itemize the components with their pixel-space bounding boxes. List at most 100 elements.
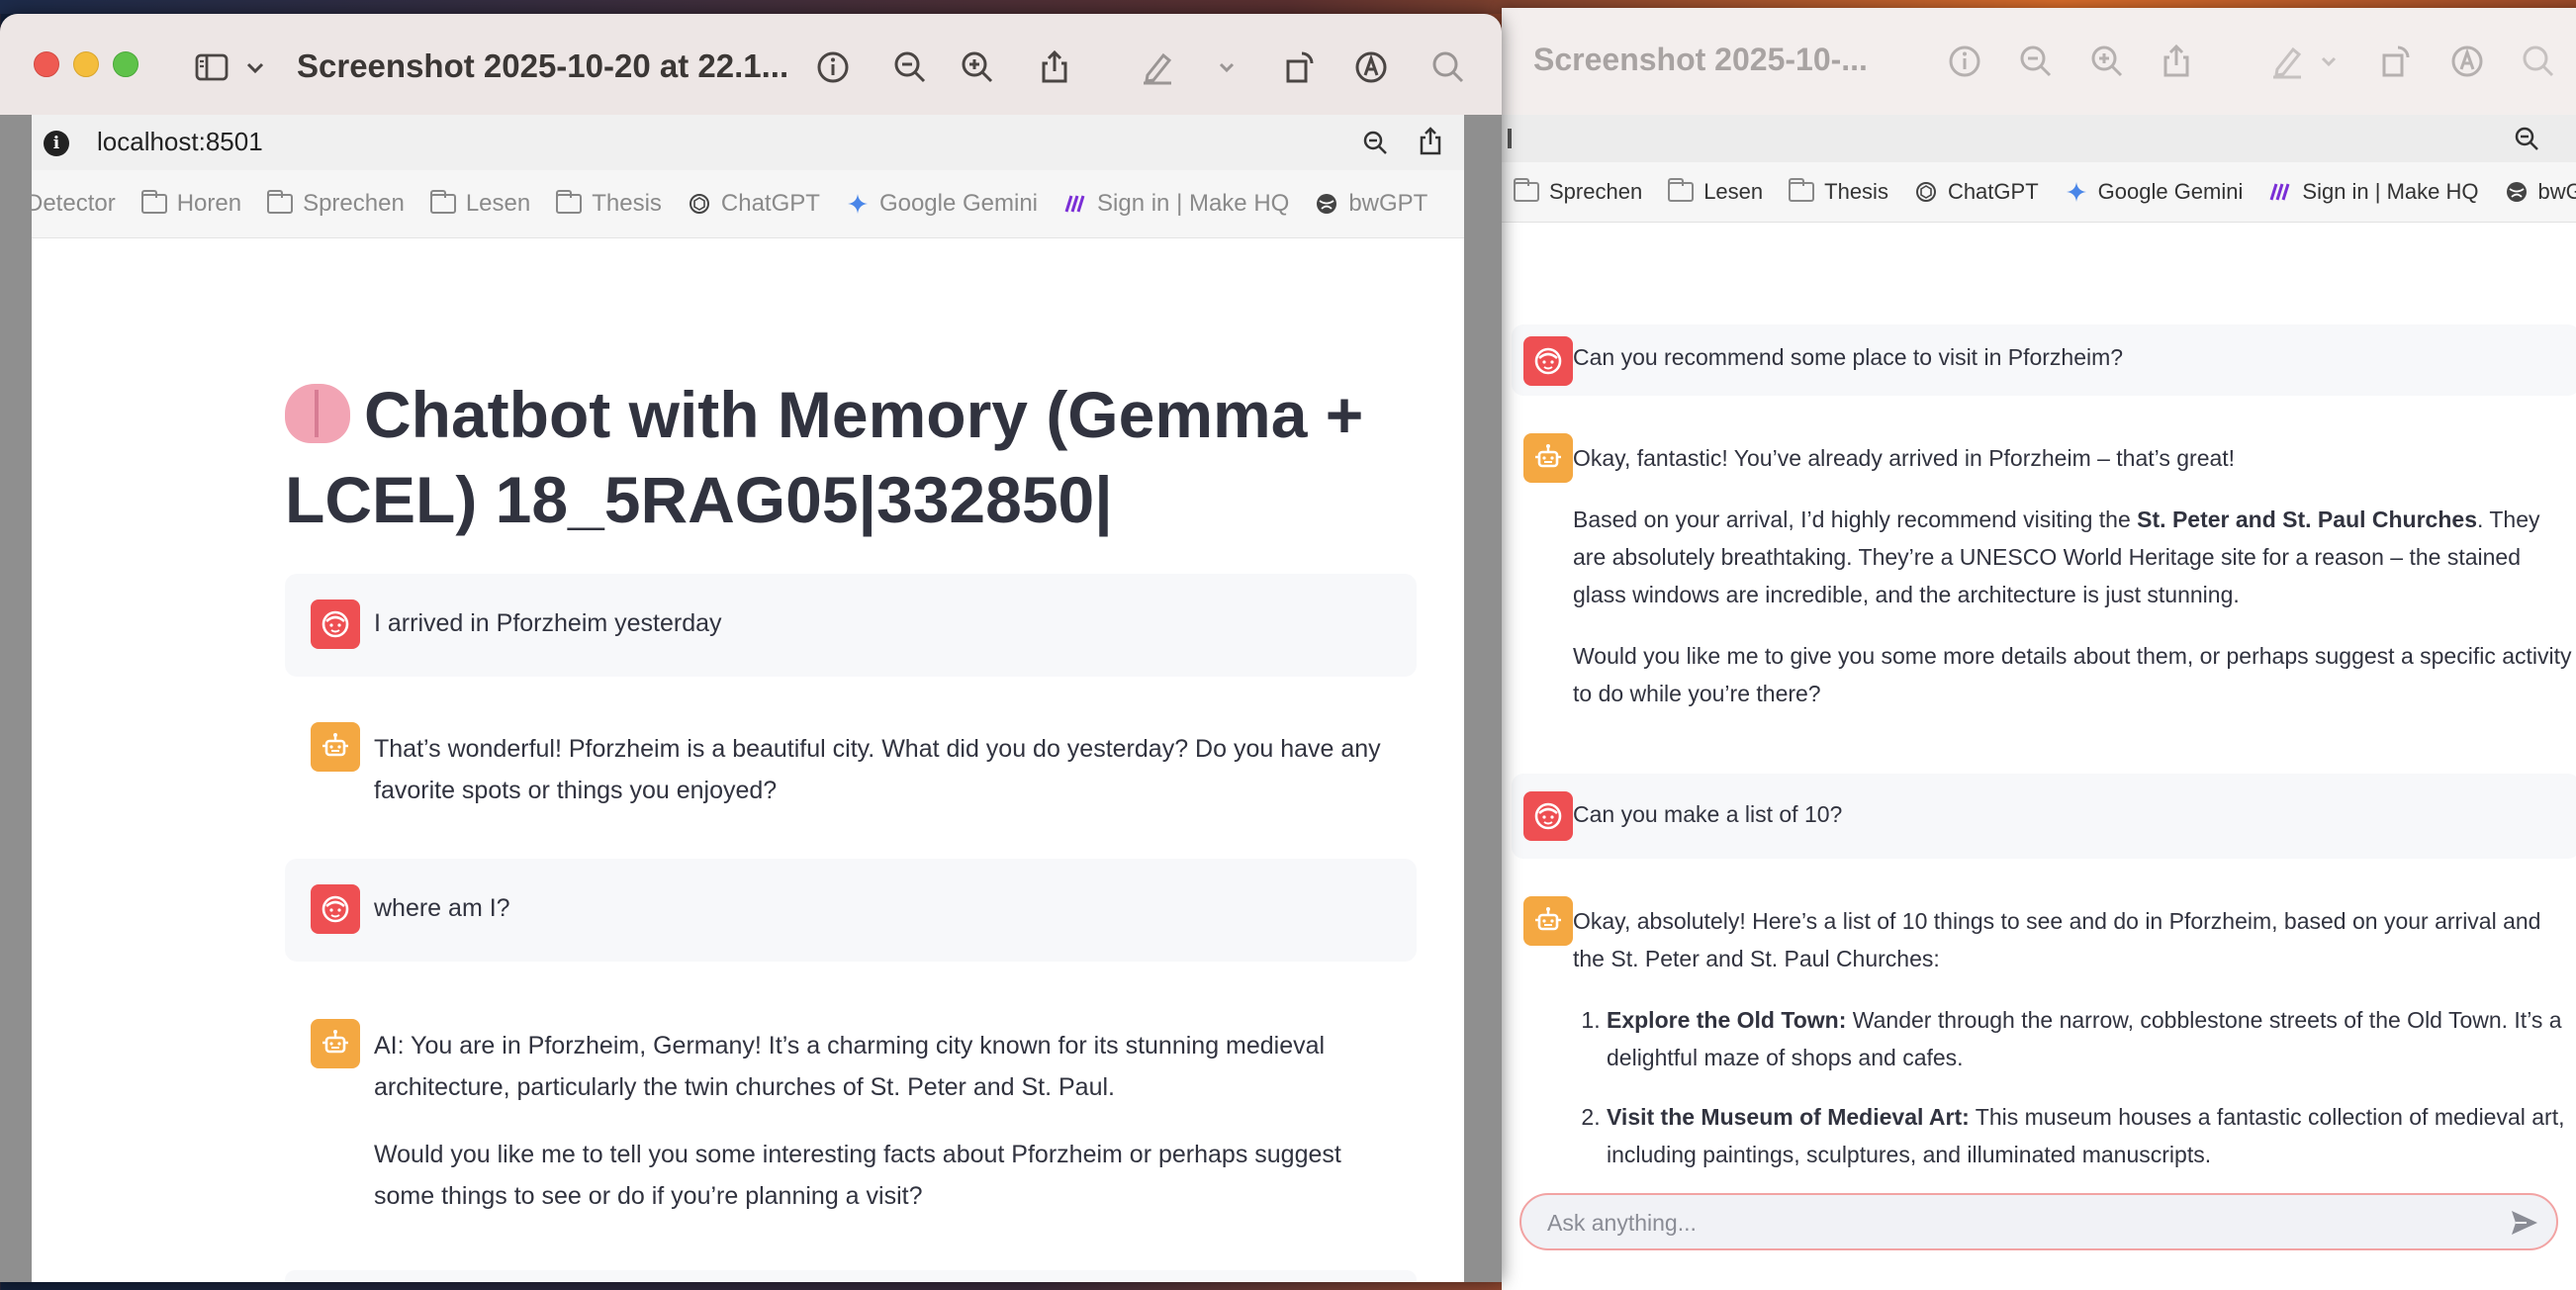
- titlebar: Screenshot 2025-10-...: [1502, 8, 2576, 116]
- close-button[interactable]: [34, 51, 59, 77]
- bookmark-item-lesen[interactable]: Lesen: [429, 190, 530, 218]
- bookmark-item-sprechen[interactable]: Sprechen: [1514, 178, 1642, 205]
- bookmark-label: Google Gemini: [2097, 179, 2244, 204]
- assistant-message: That’s wonderful! Pforzheim is a beautif…: [285, 708, 1417, 847]
- folder-icon: [556, 190, 583, 214]
- folder-icon: [1514, 178, 1539, 202]
- markup-pen-icon[interactable]: [2267, 42, 2307, 81]
- bookmark-label: Detector: [32, 190, 116, 217]
- zoom-out-icon[interactable]: [1361, 129, 1389, 156]
- assistant-message: Okay, fantastic! You’ve already arrived …: [1512, 429, 2576, 825]
- preview-window-right: Screenshot 2025-10-... Sprechen Lesen Thes…: [1502, 8, 2576, 1290]
- user-message: Can you make a list of 10?: [1512, 774, 2576, 859]
- zoom-button[interactable]: [113, 51, 138, 77]
- chatgpt-icon: [688, 192, 711, 216]
- message-text: Can you make a list of 10?: [1573, 801, 1843, 827]
- google-gemini-icon: [846, 192, 870, 216]
- search-icon[interactable]: [2519, 42, 2558, 81]
- google-gemini-icon: [2065, 180, 2088, 204]
- sign-in-make-hq-icon: [1063, 192, 1087, 216]
- bot-avatar-icon: [1523, 896, 1573, 946]
- paragraph: Would you like me to give you some more …: [1573, 643, 2572, 706]
- assistant-message: AI: You are in Pforzheim, Germany! It’s …: [285, 995, 1417, 1282]
- chat-input-container: [1519, 1193, 2558, 1250]
- message-text: That’s wonderful! Pforzheim is a beautif…: [374, 735, 1381, 804]
- window-title: Screenshot 2025-10-...: [1533, 42, 1868, 77]
- bookmark-item-google-gemini[interactable]: Google Gemini: [2065, 179, 2244, 205]
- bookmark-item-google-gemini[interactable]: Google Gemini: [846, 190, 1038, 218]
- zoom-out-icon[interactable]: [2513, 125, 2540, 152]
- zoom-in-icon[interactable]: [2087, 42, 2127, 81]
- numbered-list: Explore the Old Town: Wander through the…: [1573, 1001, 2572, 1173]
- page-title: Chatbot with Memory (Gemma + LCEL) 18_5R…: [285, 372, 1423, 542]
- bookmark-item-horen[interactable]: Horen: [140, 190, 242, 218]
- markup-pen-icon[interactable]: [1138, 47, 1177, 87]
- info-icon[interactable]: [813, 47, 853, 87]
- share-icon[interactable]: [2157, 42, 2196, 81]
- minimize-button[interactable]: [73, 51, 99, 77]
- annotate-icon[interactable]: [1351, 47, 1391, 87]
- chevron-down-icon[interactable]: [235, 47, 275, 87]
- paragraph: Based on your arrival, I’d highly recomm…: [1573, 501, 2572, 613]
- bookmark-item-bwgpt[interactable]: bwGPT: [1315, 190, 1427, 218]
- paragraph: Okay, absolutely! Here’s a list of 10 th…: [1573, 908, 2541, 971]
- window-title: Screenshot 2025-10-20 at 22.1...: [297, 47, 789, 84]
- brain-icon: [285, 384, 350, 443]
- info-icon[interactable]: [1945, 42, 1984, 81]
- bookmarks-bar: Detector Horen Sprechen Lesen Thesis ChatGPT G…: [32, 170, 1464, 238]
- annotate-icon[interactable]: [2447, 42, 2487, 81]
- bookmark-item-sign-in-make-hq[interactable]: Sign in | Make HQ: [2268, 179, 2479, 205]
- share-icon[interactable]: [1417, 127, 1444, 156]
- chevron-down-icon[interactable]: [2309, 42, 2348, 81]
- user-avatar-icon: [1523, 336, 1573, 386]
- send-icon[interactable]: [2509, 1207, 2540, 1239]
- bookmark-label: Sprechen: [303, 190, 405, 217]
- screenshot-content: Sprechen Lesen Thesis ChatGPT Google Gemini S…: [1502, 115, 2576, 1290]
- list-item: Explore the Old Town: Wander through the…: [1607, 1001, 2572, 1076]
- folder-icon: [1668, 178, 1695, 202]
- paragraph: Would you like me to tell you some inter…: [374, 1141, 1341, 1210]
- bookmark-label: Lesen: [1703, 179, 1764, 204]
- zoom-out-icon[interactable]: [890, 47, 930, 87]
- bookmark-item-sign-in-make-hq[interactable]: Sign in | Make HQ: [1063, 190, 1289, 218]
- bookmark-label: ChatGPT: [1947, 179, 2039, 204]
- list-item-title: Explore the Old Town:: [1607, 1007, 1847, 1033]
- bookmark-label: bwGPT: [1348, 190, 1428, 217]
- bwgpt-icon: [2505, 180, 2529, 204]
- url-text[interactable]: localhost:8501: [97, 127, 263, 157]
- zoom-in-icon[interactable]: [958, 47, 997, 87]
- titlebar: Screenshot 2025-10-20 at 22.1...: [0, 14, 1502, 115]
- bookmark-label: Sign in | Make HQ: [1097, 190, 1290, 217]
- message-text: Okay, fantastic! You’ve already arrived …: [1573, 439, 2572, 736]
- bookmark-item-chatgpt[interactable]: ChatGPT: [688, 190, 820, 218]
- chatgpt-icon: [1914, 180, 1938, 204]
- divider: [1508, 129, 1512, 148]
- bookmark-item-chatgpt[interactable]: ChatGPT: [1914, 179, 2039, 205]
- assistant-message: Okay, absolutely! Here’s a list of 10 th…: [1512, 892, 2576, 1185]
- share-icon[interactable]: [1035, 47, 1074, 87]
- bookmark-item-thesis[interactable]: Thesis: [1789, 178, 1888, 205]
- paragraph: Okay, fantastic! You’ve already arrived …: [1573, 445, 2236, 471]
- message-text: Okay, absolutely! Here’s a list of 10 th…: [1573, 902, 2572, 1185]
- bookmark-item-thesis[interactable]: Thesis: [556, 190, 662, 218]
- zoom-out-icon[interactable]: [2016, 42, 2056, 81]
- bookmark-item-sprechen[interactable]: Sprechen: [267, 190, 405, 218]
- bookmarks-bar: Sprechen Lesen Thesis ChatGPT Google Gemini S…: [1502, 162, 2576, 223]
- bot-avatar-icon: [311, 722, 360, 772]
- rotate-icon[interactable]: [2376, 42, 2416, 81]
- user-avatar-icon: [311, 599, 360, 649]
- bookmark-item-detector[interactable]: Detector: [32, 190, 116, 218]
- message-text: I arrived in Pforzheim yesterday: [374, 609, 722, 637]
- search-icon[interactable]: [1428, 47, 1468, 87]
- info-icon[interactable]: i: [44, 131, 69, 156]
- sidebar-icon[interactable]: [192, 47, 231, 87]
- folder-icon: [267, 190, 294, 214]
- bookmark-label: Horen: [176, 190, 242, 217]
- bot-avatar-icon: [1523, 433, 1573, 483]
- chat-input[interactable]: [1545, 1205, 2479, 1241]
- folder-icon: [429, 190, 456, 214]
- bookmark-item-lesen[interactable]: Lesen: [1668, 178, 1764, 205]
- bookmark-item-bwgpt[interactable]: bwGPT: [2505, 179, 2576, 205]
- chevron-down-icon[interactable]: [1207, 47, 1246, 87]
- rotate-icon[interactable]: [1280, 47, 1320, 87]
